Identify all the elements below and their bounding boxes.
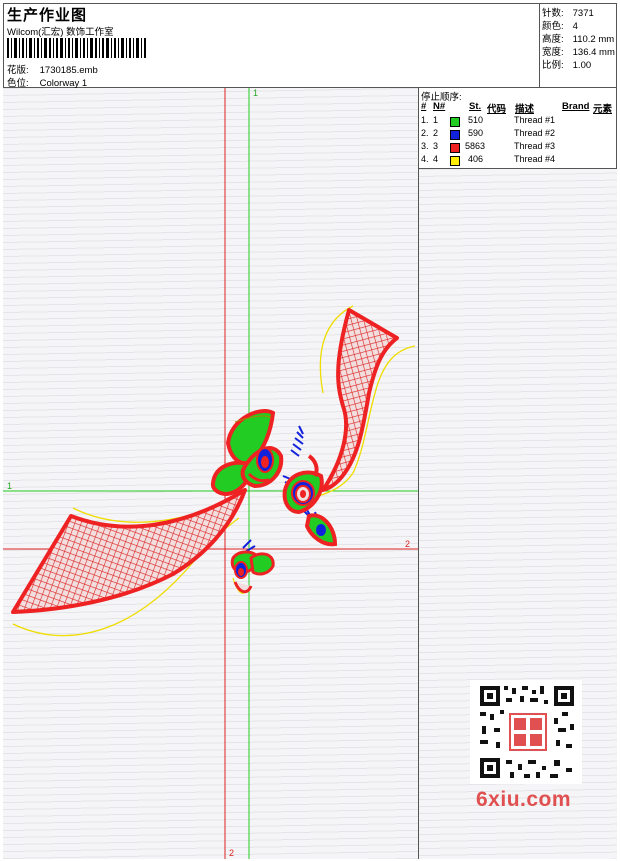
thread-color-swatch	[450, 143, 460, 153]
design-canvas[interactable]: 1 1 2 2	[3, 88, 419, 859]
thread-row[interactable]: 1. 1 510 Thread #1	[419, 115, 617, 128]
colors-row: 颜色: 4	[542, 18, 578, 32]
col-n: N#	[433, 101, 446, 112]
thread-n: 2	[433, 128, 439, 138]
axis-label-red-right: 2	[405, 539, 410, 549]
studio-name: Wilcom(汇宏) 数饰工作室	[7, 27, 114, 38]
col-element: 元素	[593, 104, 613, 115]
thread-desc: Thread #3	[514, 141, 556, 151]
col-desc: 描述	[515, 104, 535, 115]
barcode-image	[7, 38, 146, 58]
col-brand: Brand	[562, 101, 590, 112]
thread-num: 4.	[421, 154, 429, 164]
thread-stitches: 406	[468, 154, 484, 164]
scale-row: 比例: 1.00	[542, 57, 591, 71]
thread-desc: Thread #4	[514, 154, 556, 164]
thread-color-swatch	[450, 130, 460, 140]
thread-desc: Thread #1	[514, 115, 556, 125]
thread-color-swatch	[450, 156, 460, 166]
watermark-logo: 6xiu.com	[476, 788, 572, 811]
thread-n: 1	[433, 115, 439, 125]
axis-label-green-left: 1	[7, 481, 12, 491]
thread-color-swatch	[450, 117, 460, 127]
qr-code[interactable]	[470, 680, 582, 784]
stitches-row: 针数: 7371	[542, 5, 594, 19]
scale-value: 1.00	[572, 60, 592, 71]
col-num: #	[421, 101, 427, 112]
height-row: 高度: 110.2 mm	[542, 31, 614, 45]
butterfly-lower	[230, 550, 275, 594]
thread-n: 3	[433, 141, 439, 151]
col-code: 代码	[487, 104, 507, 115]
thread-stitches: 590	[468, 128, 484, 138]
width-label: 宽度:	[542, 47, 564, 58]
stitches-label: 针数:	[542, 8, 564, 19]
embroidery-preview: 1 1 2 2	[3, 88, 418, 859]
height-label: 高度:	[542, 34, 564, 45]
thread-num: 2.	[421, 128, 429, 138]
design-label: 花版:	[7, 65, 29, 76]
axis-label-green-top: 1	[253, 88, 258, 98]
thread-stop-sequence: 停止顺序: # N# St. 代码 描述 Brand 元素 1. 1 510 T…	[419, 88, 617, 169]
thread-n: 4	[433, 154, 439, 164]
thread-num: 1.	[421, 115, 429, 125]
design-stats: 针数: 7371 颜色: 4 高度: 110.2 mm 宽度: 136.4 mm…	[540, 3, 617, 88]
design-row: 花版: 1730185.emb	[7, 62, 98, 76]
thread-num: 3.	[421, 141, 429, 151]
scale-label: 比例:	[542, 60, 564, 71]
thread-stitches: 510	[468, 115, 484, 125]
axis-label-red-bottom: 2	[229, 848, 234, 858]
sheet-title: 生产作业图	[7, 7, 88, 24]
header-info: 生产作业图 Wilcom(汇宏) 数饰工作室 花版: 1730185.emb 色…	[3, 3, 540, 89]
net-leaf-left	[11, 488, 247, 614]
colorway-row: 色位: Colorway 1	[7, 75, 87, 89]
thread-row[interactable]: 3. 3 5863 Thread #3	[419, 141, 617, 154]
net-ribbon-right	[321, 308, 399, 492]
butterfly-upper-left	[210, 409, 284, 497]
qr-code-image	[470, 680, 582, 784]
thread-desc: Thread #2	[514, 128, 556, 138]
col-st: St.	[469, 101, 482, 112]
colorway-label: 色位:	[7, 78, 29, 89]
thread-row[interactable]: 2. 2 590 Thread #2	[419, 128, 617, 141]
width-row: 宽度: 136.4 mm	[542, 44, 615, 58]
thread-row[interactable]: 4. 4 406 Thread #4	[419, 154, 617, 167]
thread-stitches: 5863	[465, 141, 486, 151]
butterfly-right	[282, 454, 338, 547]
colors-label: 颜色:	[542, 21, 564, 32]
